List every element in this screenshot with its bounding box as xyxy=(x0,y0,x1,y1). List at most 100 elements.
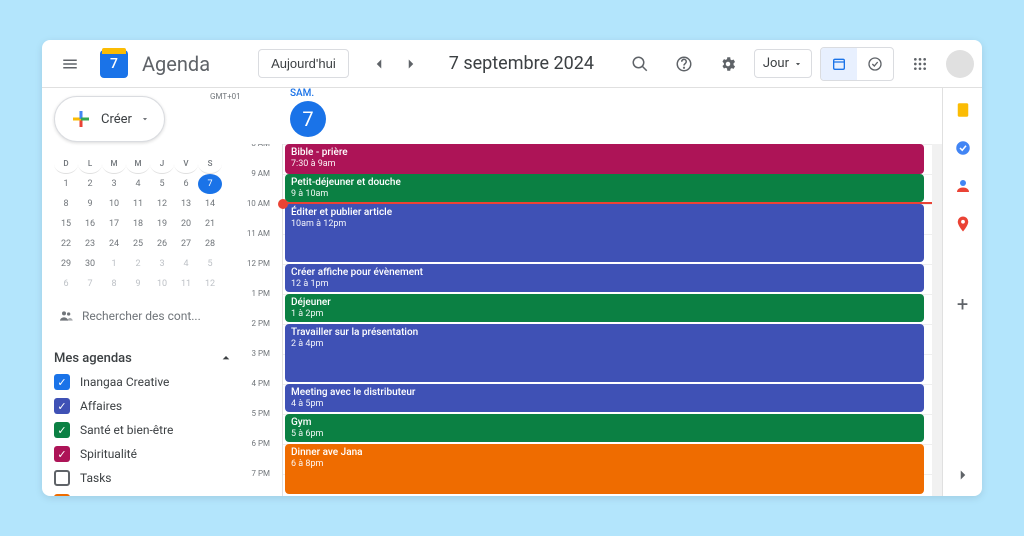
mini-cal-day[interactable]: 27 xyxy=(174,234,198,254)
mini-cal-day[interactable]: 25 xyxy=(126,234,150,254)
calendar-event[interactable]: Éditer et publier article 10am à 12pm xyxy=(285,204,924,262)
mini-cal-day[interactable]: 24 xyxy=(102,234,126,254)
menu-button[interactable] xyxy=(50,44,90,84)
mini-cal-day[interactable]: 4 xyxy=(174,254,198,274)
mini-cal-day[interactable]: 1 xyxy=(102,254,126,274)
mini-cal-day[interactable]: 17 xyxy=(102,214,126,234)
hour-label: 8 AM xyxy=(251,144,270,148)
calendar-checkbox[interactable]: ✓ xyxy=(54,374,70,390)
hour-label: 1 PM xyxy=(251,289,270,298)
mini-cal-day[interactable]: 7 xyxy=(198,174,222,194)
calendar-checkbox[interactable]: ✓ xyxy=(54,398,70,414)
my-calendars-header[interactable]: Mes agendas xyxy=(54,346,234,370)
create-button[interactable]: Créer xyxy=(54,96,165,142)
mini-cal-day[interactable]: 4 xyxy=(126,174,150,194)
mini-cal-day[interactable]: 5 xyxy=(198,254,222,274)
mini-cal-day[interactable]: 11 xyxy=(126,194,150,214)
avatar[interactable] xyxy=(946,50,974,78)
mini-cal-day[interactable]: 7 xyxy=(78,274,102,294)
calendar-event[interactable]: Bible - prière 7:30 à 9am xyxy=(285,144,924,174)
mini-cal-day[interactable]: 2 xyxy=(126,254,150,274)
mini-calendar[interactable]: DLMMJVS123456789101112131415161718192021… xyxy=(54,154,234,294)
chevron-down-icon xyxy=(140,114,150,124)
mini-cal-day[interactable]: 18 xyxy=(126,214,150,234)
calendar-checkbox[interactable]: ✓ xyxy=(54,422,70,438)
mini-cal-day[interactable]: 29 xyxy=(54,254,78,274)
calendar-item[interactable]: ✓Santé et bien-être xyxy=(54,418,234,442)
calendar-event[interactable]: Meeting avec le distributeur 4 à 5pm xyxy=(285,384,924,412)
scrollbar[interactable] xyxy=(932,144,942,496)
tasks-icon[interactable] xyxy=(953,138,973,158)
calendar-checkbox[interactable]: ✓ xyxy=(54,494,70,496)
search-contacts[interactable]: Rechercher des cont... xyxy=(54,302,234,330)
mini-cal-day[interactable]: 6 xyxy=(174,174,198,194)
mini-cal-day[interactable]: 26 xyxy=(150,234,174,254)
mini-cal-day[interactable]: 9 xyxy=(78,194,102,214)
mini-cal-day[interactable]: 2 xyxy=(78,174,102,194)
search-icon[interactable] xyxy=(622,46,658,82)
hour-label: 10 AM xyxy=(247,199,270,208)
mini-cal-day[interactable]: 3 xyxy=(102,174,126,194)
contacts-icon[interactable] xyxy=(953,176,973,196)
calendar-item[interactable]: ✓Affaires xyxy=(54,394,234,418)
calendar-event[interactable]: Gym 5 à 6pm xyxy=(285,414,924,442)
day-of-week: SAM. xyxy=(290,88,314,99)
next-button[interactable] xyxy=(397,50,425,78)
event-time: 12 à 1pm xyxy=(291,279,918,290)
mini-cal-day[interactable]: 8 xyxy=(54,194,78,214)
event-title: Dinner ave Jana xyxy=(291,447,918,459)
calendar-item[interactable]: ✓Inangaa Creative xyxy=(54,370,234,394)
maps-icon[interactable] xyxy=(953,214,973,234)
calendar-view-button[interactable] xyxy=(821,48,857,80)
event-title: Travailler sur la présentation xyxy=(291,327,918,339)
hour-label: 4 PM xyxy=(251,379,270,388)
mini-cal-day[interactable]: 21 xyxy=(198,214,222,234)
mini-cal-day[interactable]: 13 xyxy=(174,194,198,214)
mini-cal-day[interactable]: 1 xyxy=(54,174,78,194)
mini-cal-day[interactable]: 9 xyxy=(126,274,150,294)
mini-cal-day[interactable]: 12 xyxy=(150,194,174,214)
mini-cal-day[interactable]: 23 xyxy=(78,234,102,254)
view-select[interactable]: Jour xyxy=(754,49,812,78)
mini-cal-day[interactable]: 19 xyxy=(150,214,174,234)
mini-cal-day[interactable]: 15 xyxy=(54,214,78,234)
settings-icon[interactable] xyxy=(710,46,746,82)
mini-cal-day[interactable]: 8 xyxy=(102,274,126,294)
mini-cal-day[interactable]: 6 xyxy=(54,274,78,294)
calendar-event[interactable]: Travailler sur la présentation 2 à 4pm xyxy=(285,324,924,382)
mini-cal-day[interactable]: 10 xyxy=(150,274,174,294)
mini-cal-day[interactable]: 3 xyxy=(150,254,174,274)
mini-cal-day[interactable]: 28 xyxy=(198,234,222,254)
mini-cal-day[interactable]: 14 xyxy=(198,194,222,214)
mini-cal-day[interactable]: 30 xyxy=(78,254,102,274)
calendar-event[interactable]: Déjeuner 1 à 2pm xyxy=(285,294,924,322)
calendar-item[interactable]: ✓Vie sociale xyxy=(54,490,234,496)
mini-cal-day[interactable]: 20 xyxy=(174,214,198,234)
mini-cal-day[interactable]: 12 xyxy=(198,274,222,294)
prev-button[interactable] xyxy=(365,50,393,78)
mini-cal-day[interactable]: 11 xyxy=(174,274,198,294)
tasks-view-button[interactable] xyxy=(857,48,893,80)
mini-cal-day[interactable]: 22 xyxy=(54,234,78,254)
hour-label: 6 PM xyxy=(251,439,270,448)
calendar-item[interactable]: ✓Spiritualité xyxy=(54,442,234,466)
mini-cal-day[interactable]: 5 xyxy=(150,174,174,194)
calendar-label: Tasks xyxy=(80,471,112,485)
mini-cal-day[interactable]: 10 xyxy=(102,194,126,214)
keep-icon[interactable] xyxy=(953,100,973,120)
calendar-event[interactable]: Dinner ave Jana 6 à 8pm xyxy=(285,444,924,494)
mini-cal-day[interactable]: 16 xyxy=(78,214,102,234)
event-title: Créer affiche pour évènement xyxy=(291,267,918,279)
calendar-item[interactable]: Tasks xyxy=(54,466,234,490)
help-icon[interactable] xyxy=(666,46,702,82)
collapse-rightbar-button[interactable] xyxy=(954,466,972,484)
calendar-event[interactable]: Créer affiche pour évènement 12 à 1pm xyxy=(285,264,924,292)
mini-cal-dow: L xyxy=(78,154,102,174)
today-button[interactable]: Aujourd'hui xyxy=(258,49,349,78)
calendar-checkbox[interactable]: ✓ xyxy=(54,446,70,462)
add-addon-button[interactable]: + xyxy=(957,292,968,316)
apps-icon[interactable] xyxy=(902,46,938,82)
day-number[interactable]: 7 xyxy=(290,101,326,137)
calendar-event[interactable]: Petit-déjeuner et douche 9 à 10am xyxy=(285,174,924,202)
calendar-checkbox[interactable] xyxy=(54,470,70,486)
